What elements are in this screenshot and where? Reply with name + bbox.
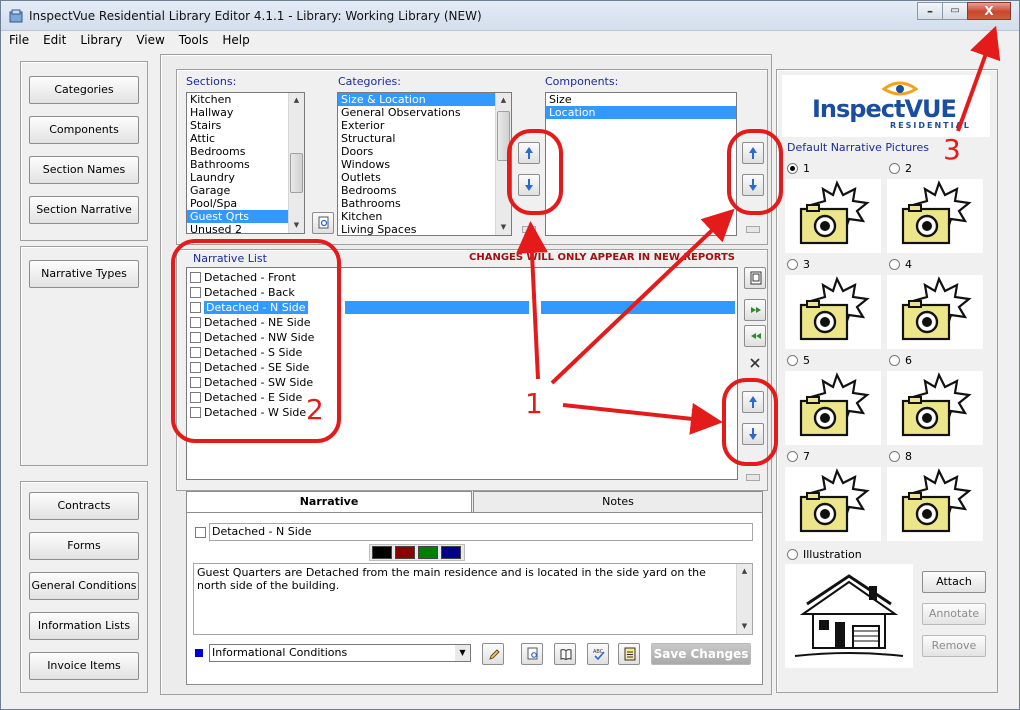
annotation-number-3: 3: [943, 133, 961, 166]
annotation-number-1: 1: [525, 387, 543, 420]
annotation-arrow-right: [562, 402, 723, 435]
app-window: InspectVue Residential Library Editor 4.…: [0, 0, 1020, 710]
annotation-arrow-close: [956, 25, 1001, 132]
annotation-arrows: [515, 25, 1001, 435]
annotation-arrow-diagonal: [550, 208, 735, 385]
annotation-arrow-up: [515, 221, 548, 380]
annotation-number-2: 2: [306, 393, 324, 426]
